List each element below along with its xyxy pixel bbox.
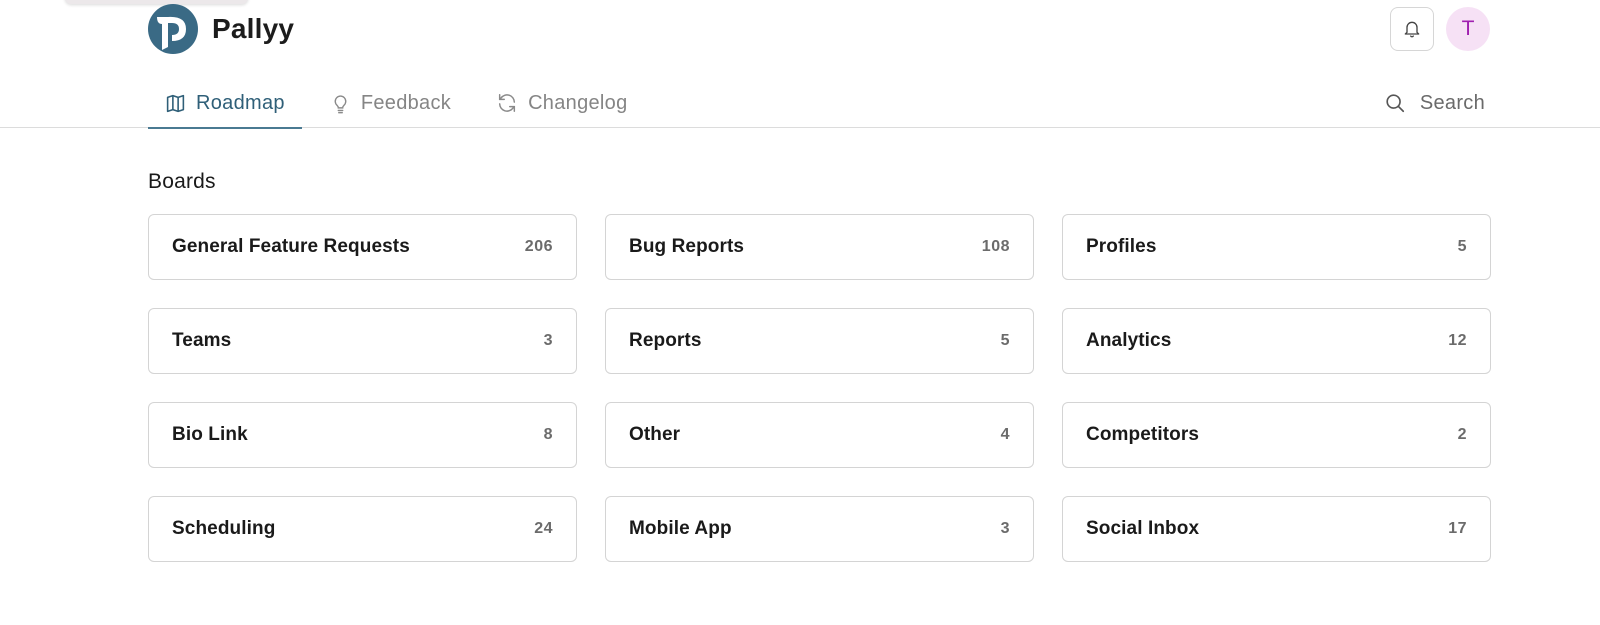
brand-name: Pallyy xyxy=(212,13,295,44)
board-count: 24 xyxy=(534,520,553,537)
board-count: 12 xyxy=(1448,332,1467,349)
board-count: 206 xyxy=(524,238,553,255)
board-name: Analytics xyxy=(1086,330,1172,351)
board-count: 4 xyxy=(1000,426,1010,443)
board-name: Profiles xyxy=(1086,236,1157,257)
brand[interactable]: Pallyy xyxy=(148,4,294,54)
board-count: 17 xyxy=(1448,520,1467,537)
board-name: Scheduling xyxy=(172,518,276,539)
board-name: Mobile App xyxy=(629,518,732,539)
board-card[interactable]: Profiles 5 xyxy=(1062,214,1491,280)
board-card[interactable]: Competitors 2 xyxy=(1062,402,1491,468)
board-name: Teams xyxy=(172,330,232,351)
board-count: 108 xyxy=(981,238,1010,255)
header-actions: T xyxy=(1390,7,1490,51)
board-name: General Feature Requests xyxy=(172,236,410,257)
lightbulb-icon xyxy=(334,94,347,113)
tab-roadmap[interactable]: Roadmap xyxy=(148,78,302,129)
boards-section: Boards General Feature Requests 206 Bug … xyxy=(148,170,1491,562)
tab-label: Feedback xyxy=(360,91,452,114)
board-card[interactable]: Bug Reports 108 xyxy=(605,214,1034,280)
board-name: Competitors xyxy=(1086,424,1199,445)
map-icon xyxy=(166,94,185,112)
avatar-initial: T xyxy=(1461,17,1475,40)
avatar[interactable]: T xyxy=(1446,7,1490,51)
board-card[interactable]: Scheduling 24 xyxy=(148,496,577,562)
pallyy-logo-icon xyxy=(148,4,198,54)
board-count: 3 xyxy=(1000,520,1010,537)
board-count: 2 xyxy=(1457,426,1467,443)
board-card[interactable]: Analytics 12 xyxy=(1062,308,1491,374)
board-count: 5 xyxy=(1000,332,1010,349)
board-name: Bio Link xyxy=(172,424,248,445)
tab-changelog[interactable]: Changelog xyxy=(479,78,644,128)
notifications-button[interactable] xyxy=(1390,7,1434,51)
board-card[interactable]: Teams 3 xyxy=(148,308,577,374)
board-name: Bug Reports xyxy=(629,236,745,257)
main-nav: Roadmap Feedback Changelog xyxy=(148,78,645,129)
tab-feedback[interactable]: Feedback xyxy=(313,78,468,128)
board-count: 5 xyxy=(1457,238,1467,255)
board-count: 8 xyxy=(543,426,553,443)
board-card[interactable]: Mobile App 3 xyxy=(605,496,1034,562)
board-name: Reports xyxy=(629,330,702,351)
board-card[interactable]: Other 4 xyxy=(605,402,1034,468)
header: Pallyy T Roadmap Feedback Changelog Sear… xyxy=(0,0,1600,129)
board-name: Social Inbox xyxy=(1086,518,1200,539)
board-card[interactable]: General Feature Requests 206 xyxy=(148,214,577,280)
search-button[interactable]: Search xyxy=(1384,78,1485,128)
search-label: Search xyxy=(1419,91,1485,114)
section-title: Boards xyxy=(148,170,216,193)
board-name: Other xyxy=(629,424,681,445)
boards-grid: General Feature Requests 206 Bug Reports… xyxy=(148,214,1491,562)
refresh-icon xyxy=(498,94,516,112)
board-card[interactable]: Bio Link 8 xyxy=(148,402,577,468)
board-card[interactable]: Social Inbox 17 xyxy=(1062,496,1491,562)
board-card[interactable]: Reports 5 xyxy=(605,308,1034,374)
bell-icon xyxy=(1404,21,1420,38)
tab-label: Changelog xyxy=(528,91,628,114)
board-count: 3 xyxy=(543,332,553,349)
search-icon xyxy=(1386,94,1404,113)
tab-label: Roadmap xyxy=(196,91,285,114)
